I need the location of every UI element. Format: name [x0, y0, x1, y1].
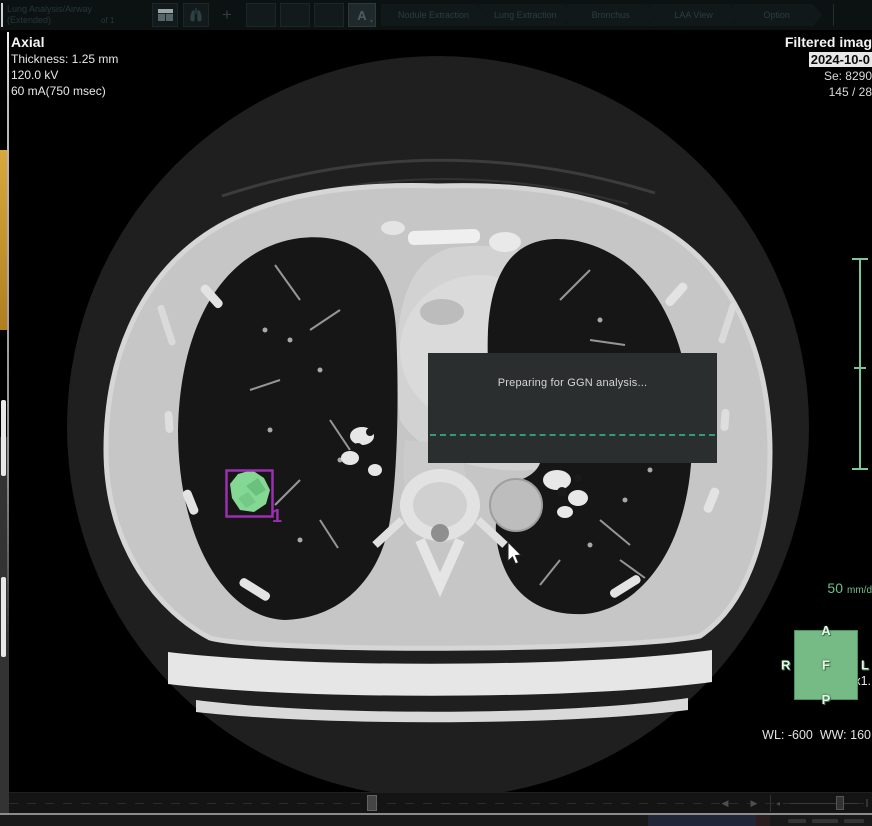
scrollbar-track-line — [9, 803, 872, 804]
panel-border — [7, 32, 9, 650]
left-scroll-thumb-2[interactable] — [1, 577, 6, 657]
app-title: Lung Analysis/Airway (Extended) — [7, 4, 137, 26]
lung-icon — [187, 6, 205, 24]
aorta — [490, 479, 542, 531]
progress-message: Preparing for GGN analysis... — [428, 377, 717, 389]
series-indicator: of 1 — [101, 16, 114, 25]
top-toolbar: Lung Analysis/Airway (Extended) of 1 + A… — [0, 0, 872, 30]
workflow-breadcrumb: Nodule Extraction Lung Extraction Bronch… — [381, 4, 823, 26]
ma-label: 60 mA(750 msec) — [11, 83, 118, 99]
chevron-down-icon: ▾ — [370, 18, 373, 25]
bottom-edge-strip — [0, 815, 872, 826]
scale-value: 50 — [827, 580, 843, 596]
ruler-cap-bottom — [852, 468, 868, 470]
slab-range-marker — [0, 150, 7, 330]
toolbar-empty-button-3[interactable] — [314, 3, 344, 27]
toolbar-empty-button-1[interactable] — [246, 3, 276, 27]
toolbar-edge-marker — [1, 3, 3, 27]
breadcrumb-bronchus[interactable]: Bronchus — [565, 4, 657, 26]
scale-label: 50 mm/d — [827, 580, 872, 598]
clipped-ui-fragment — [756, 815, 770, 826]
scale-ruler — [852, 258, 868, 470]
orientation-right: R — [781, 658, 790, 673]
orientation-anterior: A — [821, 623, 830, 638]
orientation-cube: A R F L P — [794, 630, 858, 700]
breadcrumb-nodule-extraction[interactable]: Nodule Extraction — [381, 4, 486, 26]
speed-slider-track[interactable] — [790, 803, 858, 804]
ct-viewport[interactable]: 1 Axial Thickness: 1.25 mm 120.0 kV 60 m… — [9, 30, 872, 792]
crosshair-icon[interactable]: + — [215, 3, 239, 27]
breadcrumb-laa-view[interactable]: LAA View — [648, 4, 740, 26]
clipped-text-fragment — [844, 819, 864, 823]
orientation-left: L — [861, 658, 869, 673]
filter-title: Filtered imag — [785, 34, 872, 51]
slice-scrollbar[interactable]: ◀ ▶ ◂ — [9, 792, 872, 813]
nodule-number-label: 1 — [272, 506, 282, 526]
ruler-line — [859, 258, 861, 470]
annotation-tool-icon: A — [357, 8, 366, 23]
lung-view-button[interactable] — [183, 3, 209, 27]
clipped-ui-fragment — [648, 815, 756, 826]
image-info-top-right: Filtered imag 2024-10-0 Se: 8290 145 / 2… — [785, 34, 872, 100]
slider-end-tick — [866, 799, 868, 807]
image-info-top-left: Axial Thickness: 1.25 mm 120.0 kV 60 mA(… — [11, 33, 118, 99]
study-date: 2024-10-0 — [809, 52, 872, 67]
clipped-text-fragment — [812, 819, 838, 823]
ruler-cap-top — [852, 258, 868, 260]
progress-track — [430, 434, 715, 436]
window-level-label: WL: -600 WW: 160 — [762, 726, 871, 744]
clipped-text-fragment — [788, 819, 806, 823]
scrollbar-thumb[interactable] — [367, 795, 377, 811]
scrollbar-divider — [770, 795, 771, 812]
orientation-posterior: P — [822, 692, 831, 707]
layout-icon — [158, 9, 173, 21]
breadcrumb-option[interactable]: Option — [731, 4, 823, 26]
ruler-tick-middle — [854, 367, 866, 369]
kv-label: 120.0 kV — [11, 67, 118, 83]
progress-dialog: Preparing for GGN analysis... — [428, 353, 717, 463]
orientation-feet: F — [822, 658, 830, 673]
annotation-tool-button[interactable]: A ▾ — [348, 3, 376, 27]
nodule-overlay[interactable]: 1 — [227, 470, 283, 526]
app-title-line1: Lung Analysis/Airway — [7, 4, 137, 15]
left-scroll-thumb-1[interactable] — [1, 400, 6, 476]
right-arrow-icon[interactable]: ▶ — [747, 797, 761, 810]
left-series-strip[interactable] — [0, 30, 9, 815]
left-arrow-icon[interactable]: ◀ — [718, 797, 732, 810]
slice-position: 145 / 28 — [785, 84, 872, 100]
scale-unit: mm/d — [847, 585, 872, 596]
toolbar-empty-button-2[interactable] — [280, 3, 310, 27]
slider-tick-icon: ◂ — [776, 799, 780, 809]
layout-button[interactable] — [152, 3, 178, 27]
series-number: Se: 8290 — [785, 68, 872, 84]
app-title-line2: (Extended) — [7, 15, 137, 26]
thickness-label: Thickness: 1.25 mm — [11, 51, 118, 67]
breadcrumb-lung-extraction[interactable]: Lung Extraction — [477, 4, 574, 26]
plane-label: Axial — [11, 33, 118, 51]
speed-slider-handle[interactable] — [836, 796, 844, 810]
application-window: Lung Analysis/Airway (Extended) of 1 + A… — [0, 0, 872, 826]
toolbar-divider — [833, 4, 834, 26]
